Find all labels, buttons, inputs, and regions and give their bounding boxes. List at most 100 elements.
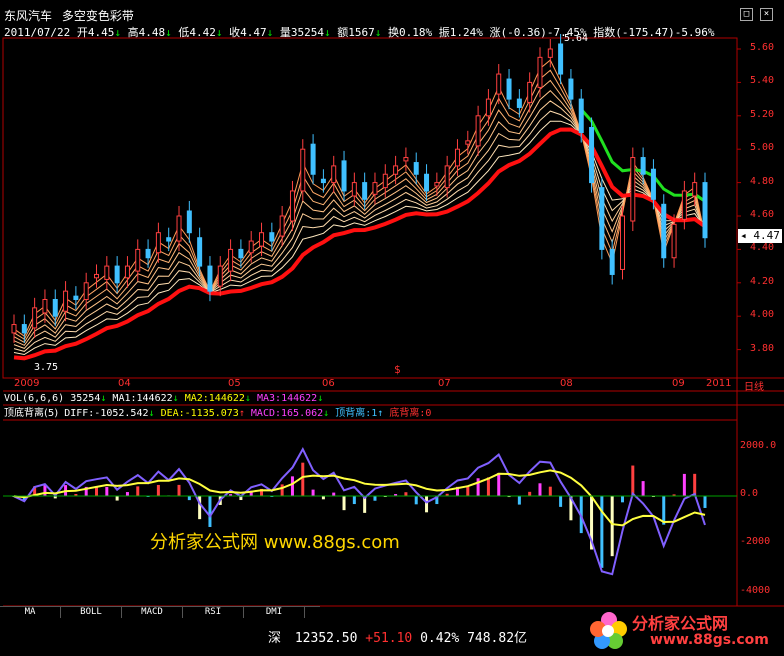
candle-body: [310, 143, 316, 175]
price-axis-label: 4.40: [750, 242, 775, 254]
indicator-tab-boll[interactable]: BOLL: [61, 607, 122, 618]
candle-body: [485, 98, 491, 117]
candle-body: [465, 140, 471, 145]
macd-label: 顶底背离(5): [4, 408, 59, 419]
price-axis-label: 4.80: [750, 175, 775, 187]
indicator-tab-rsi[interactable]: RSI: [183, 607, 244, 618]
min-price-label: 3.75: [34, 362, 59, 373]
candle-body: [94, 273, 100, 279]
macd-bar: [311, 489, 315, 496]
macd-bar: [105, 486, 109, 496]
candle-body: [351, 182, 357, 197]
candle-body: [331, 165, 337, 184]
macd-top-divergence: 顶背离:1: [335, 408, 378, 419]
candle-body: [289, 190, 295, 222]
candle-body: [52, 299, 58, 317]
candle-body: [73, 295, 79, 301]
candle-body: [145, 248, 151, 259]
macd-bar: [125, 492, 129, 496]
ticker-bar: 深 12352.50 +51.10 0.42% 748.82亿: [268, 627, 527, 646]
candle-body: [186, 210, 192, 234]
candle-body: [362, 182, 368, 200]
price-axis-label: 4.20: [750, 275, 775, 287]
price-axis-label: 5.40: [750, 75, 775, 87]
candle-body: [155, 232, 161, 254]
macd-bar: [682, 473, 686, 496]
candle-body: [32, 307, 38, 329]
candle-body: [413, 162, 419, 175]
dividend-mark[interactable]: $: [394, 363, 401, 376]
indicator-tab-ma[interactable]: MA: [0, 607, 61, 618]
ticker-change: +51.10: [365, 631, 413, 646]
down-arrow-icon: ↓: [244, 393, 251, 404]
indicator-tab-dmi[interactable]: DMI: [244, 607, 305, 618]
time-axis-label: 08: [560, 378, 573, 389]
price-axis: 5.60 5.40 5.20 5.00 4.80 4.60 4.40 4.20 4.00 3.80: [740, 0, 784, 380]
indicator-tab-macd[interactable]: MACD: [122, 607, 183, 618]
macd-bar: [476, 478, 480, 496]
macd-bar: [352, 496, 356, 505]
current-price-tag: ◂ 4.47: [738, 229, 782, 243]
macd-bar: [136, 486, 140, 496]
macd-bar: [559, 496, 563, 507]
macd-bar: [115, 496, 119, 501]
candle-body: [671, 223, 677, 259]
candle-body: [630, 157, 636, 222]
stock-chart-window: 东风汽车 多空变色彩带 □ × 2011/07/22 开4.45↓ 高4.48↓…: [0, 0, 784, 655]
logo-name: 分析家公式网: [632, 614, 729, 633]
time-axis-label: 06: [322, 378, 335, 389]
time-axis-label: 07: [438, 378, 451, 389]
macd-bar: [631, 465, 635, 496]
candle-body: [589, 126, 595, 184]
candle-body: [248, 240, 254, 254]
candle-body: [568, 78, 574, 100]
candle-body: [104, 265, 110, 280]
candle-body: [454, 148, 460, 167]
candle-body: [537, 56, 543, 88]
candle-body: [238, 248, 244, 259]
candle-body: [83, 282, 89, 300]
time-axis-label: 日线: [744, 382, 764, 393]
down-arrow-icon: ↓: [100, 393, 107, 404]
indicator-tabs: MA BOLL MACD RSI DMI: [0, 606, 320, 620]
macd-bar: [425, 496, 429, 513]
chart-canvas[interactable]: [0, 0, 784, 655]
price-axis-label: 5.00: [750, 142, 775, 154]
candle-body: [444, 165, 450, 189]
macd-lines: [3, 447, 737, 576]
macd-bar: [373, 496, 377, 501]
tick-strip-left: [0, 626, 72, 636]
macd-bar: [187, 496, 191, 501]
candle-body: [599, 187, 605, 250]
macd-bar: [600, 496, 604, 568]
price-axis-label: 3.80: [750, 342, 775, 354]
candle-body: [496, 73, 502, 95]
macd-bar: [156, 484, 160, 496]
candle-body: [434, 182, 440, 187]
macd-bar: [466, 486, 470, 496]
candle-body: [661, 203, 667, 259]
time-axis-label: 09: [672, 378, 685, 389]
candle-body: [124, 265, 130, 279]
time-axis-label: 2009: [14, 378, 40, 389]
vol-ma2: MA2:144622: [184, 393, 245, 404]
time-axis-label: 04: [118, 378, 131, 389]
candle-body: [506, 78, 512, 100]
candle-body: [114, 265, 120, 284]
down-arrow-icon: ↓: [172, 393, 179, 404]
macd-bottom-divergence: 底背离:0: [389, 408, 432, 419]
macd-axis-label: 2000.0: [740, 440, 777, 451]
candle-body: [681, 190, 687, 220]
price-axis-label: 4.00: [750, 309, 775, 321]
macd-value: MACD:165.062: [250, 408, 324, 419]
candle-body: [135, 248, 141, 272]
ticker-market[interactable]: 深: [268, 631, 281, 646]
macd-bar: [641, 481, 645, 496]
macd-bar: [280, 484, 284, 496]
candle-body: [578, 98, 584, 133]
macd-bar: [332, 492, 336, 496]
candle-body: [341, 160, 347, 192]
candle-body: [640, 157, 646, 175]
macd-bar: [404, 492, 408, 496]
candle-body: [619, 215, 625, 270]
